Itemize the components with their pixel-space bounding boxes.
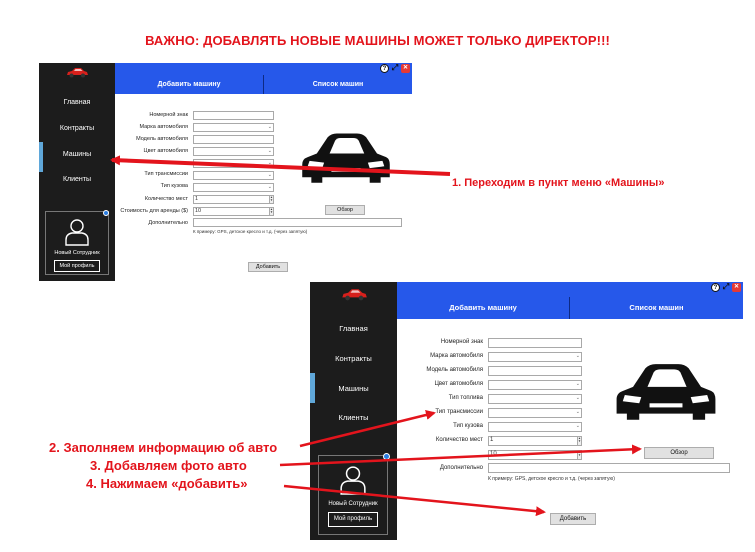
tab-add-car[interactable]: Добавить машину [397,297,569,319]
seats-stepper[interactable]: 1 ▲ ▼ [488,436,582,446]
sidebar-item-contracts[interactable]: Контракты [310,354,397,363]
body-select[interactable]: ⌄ [193,183,274,192]
notification-dot [103,210,109,216]
add-button[interactable]: Добавить [550,513,596,525]
label-brand: Марка автомобиля [430,353,483,359]
close-icon[interactable]: ✕ [401,64,410,73]
expand-icon[interactable]: ⤢ [722,283,730,292]
plate-input[interactable] [193,111,274,120]
label-transmission: Тип трансмиссии [435,409,483,415]
label-brand: Марка автомобиля [139,124,188,130]
label-fuel: Тип топлива [448,395,483,401]
browse-button[interactable]: Обзор [325,205,365,215]
extra-hint: К примеру: GPS, детское кресло и т.д. (ч… [488,476,615,482]
label-model: Модель автомобиля [426,367,483,373]
sidebar-item-cars[interactable]: Машины [310,373,397,403]
fuel-select[interactable]: ⌄ [193,159,274,168]
step-1-annotation: 1. Переходим в пункт меню «Машины» [452,177,665,189]
tab-car-list[interactable]: Список машин [264,75,412,94]
label-extra: Дополнительно [148,220,188,226]
person-icon [340,466,366,495]
top-bar: ? ⤢ ✕ Добавить машину Список машин [397,282,743,319]
plate-input[interactable] [488,338,582,348]
my-profile-button[interactable]: Мой профиль [328,512,378,527]
label-color: Цвет автомобиля [143,148,188,154]
seats-stepper[interactable]: 1 ▲ ▼ [193,195,274,204]
color-select[interactable]: ⌄ [488,380,582,390]
window-controls: ? ⤢ ✕ [711,283,741,292]
step-2-annotation: 2. Заполняем информацию об авто [49,440,278,455]
price-stepper[interactable]: 10 ▲ ▼ [488,450,582,460]
step-3-annotation: 3. Добавляем фото авто [90,458,247,473]
extra-hint: К примеру: GPS, детское кресло и т.д. (ч… [193,229,308,234]
label-seats: Количество мест [435,437,483,443]
extra-input[interactable] [193,218,402,227]
my-profile-button[interactable]: Мой профиль [54,260,100,272]
window-controls: ? ⤢ ✕ [380,64,410,73]
profile-name: Новый Сотрудник [328,501,378,507]
transmission-select[interactable]: ⌄ [488,408,582,418]
notification-dot [383,453,390,460]
transmission-select[interactable]: ⌄ [193,171,274,180]
label-plate: Номерной знак [149,112,188,118]
color-select[interactable]: ⌄ [193,147,274,156]
label-transmission: Тип трансмиссии [144,171,188,177]
body-select[interactable]: ⌄ [488,422,582,432]
tab-car-list[interactable]: Список машин [570,297,743,319]
sidebar-item-clients[interactable]: Клиенты [310,413,397,422]
price-stepper[interactable]: 10 ▲ ▼ [193,207,274,216]
car-silhouette-icon [302,133,390,183]
top-bar: ? ⤢ ✕ Добавить машину Список машин [115,63,412,94]
brand-select[interactable]: ⌄ [193,123,274,132]
sidebar-item-cars[interactable]: Машины [39,142,115,172]
profile-card: Новый Сотрудник Мой профиль [45,210,109,275]
close-icon[interactable]: ✕ [732,283,741,292]
profile-name: Новый Сотрудник [54,250,100,256]
important-heading: ВАЖНО: ДОБАВЛЯТЬ НОВЫЕ МАШИНЫ МОЖЕТ ТОЛЬ… [145,33,610,48]
red-car-logo-icon [67,68,88,78]
help-icon[interactable]: ? [711,283,720,292]
brand-select[interactable]: ⌄ [488,352,582,362]
add-button[interactable]: Добавить [248,262,288,272]
fuel-select[interactable]: ⌄ [488,394,582,404]
extra-input[interactable] [488,463,730,473]
sidebar-item-home[interactable]: Главная [39,99,115,106]
browse-button[interactable]: Обзор [644,447,714,459]
car-silhouette-icon [616,364,716,420]
label-model: Модель автомобиля [136,136,188,142]
label-body: Тип кузова [453,423,483,429]
tab-add-car[interactable]: Добавить машину [115,75,263,94]
help-icon[interactable]: ? [380,64,389,73]
label-seats: Количество мест [144,196,188,202]
person-icon [65,219,89,246]
label-price: Стоимость для аренды ($) [120,208,188,214]
sidebar: Главная Контракты Машины Клиенты Новый С… [39,63,115,281]
sidebar-item-contracts[interactable]: Контракты [39,125,115,132]
model-input[interactable] [488,366,582,376]
sidebar: Главная Контракты Машины Клиенты Новый С… [310,282,397,540]
label-plate: Номерной знак [440,339,483,345]
label-body: Тип кузова [160,183,188,189]
step-4-annotation: 4. Нажимаем «добавить» [86,476,248,491]
model-input[interactable] [193,135,274,144]
sidebar-item-home[interactable]: Главная [310,324,397,333]
expand-icon[interactable]: ⤢ [391,64,399,73]
red-car-logo-icon [341,289,367,301]
label-extra: Дополнительно [439,465,483,471]
label-color: Цвет автомобиля [434,381,483,387]
profile-card: Новый Сотрудник Мой профиль [318,453,390,535]
sidebar-item-clients[interactable]: Клиенты [39,176,115,183]
